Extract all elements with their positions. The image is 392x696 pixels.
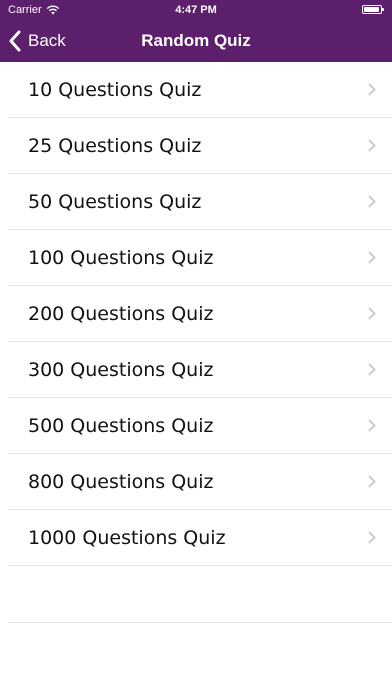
- list-item-label: 25 Questions Quiz: [28, 135, 202, 157]
- list-item-label: 500 Questions Quiz: [28, 415, 214, 437]
- list-item[interactable]: 50 Questions Quiz: [8, 174, 392, 230]
- list-item[interactable]: 800 Questions Quiz: [8, 454, 392, 510]
- chevron-right-icon: [368, 531, 376, 544]
- chevron-right-icon: [368, 475, 376, 488]
- battery-icon: [362, 5, 384, 14]
- list-item[interactable]: 100 Questions Quiz: [8, 230, 392, 286]
- list-item-label: 50 Questions Quiz: [28, 191, 202, 213]
- list-item-label: 100 Questions Quiz: [28, 247, 214, 269]
- list-item[interactable]: 200 Questions Quiz: [8, 286, 392, 342]
- page-title: Random Quiz: [141, 31, 251, 50]
- list-item[interactable]: 25 Questions Quiz: [8, 118, 392, 174]
- list-item-label: 800 Questions Quiz: [28, 471, 214, 493]
- chevron-right-icon: [368, 139, 376, 152]
- list-item-label: 10 Questions Quiz: [28, 79, 202, 101]
- chevron-right-icon: [368, 195, 376, 208]
- list-item[interactable]: 1000 Questions Quiz: [8, 510, 392, 566]
- status-bar: Carrier 4:47 PM: [0, 0, 392, 20]
- chevron-right-icon: [368, 83, 376, 96]
- chevron-right-icon: [368, 251, 376, 264]
- header: Carrier 4:47 PM Back Random Quiz: [0, 0, 392, 62]
- chevron-right-icon: [368, 419, 376, 432]
- navigation-bar: Back Random Quiz: [0, 20, 392, 62]
- list-item-label: 200 Questions Quiz: [28, 303, 214, 325]
- empty-list-row: [8, 566, 392, 623]
- chevron-right-icon: [368, 307, 376, 320]
- list-item-label: 1000 Questions Quiz: [28, 527, 226, 549]
- status-time: 4:47 PM: [175, 4, 217, 16]
- list-item-label: 300 Questions Quiz: [28, 359, 214, 381]
- list-item[interactable]: 10 Questions Quiz: [8, 62, 392, 118]
- quiz-list: 10 Questions Quiz 25 Questions Quiz 50 Q…: [0, 62, 392, 623]
- list-item[interactable]: 500 Questions Quiz: [8, 398, 392, 454]
- list-item[interactable]: 300 Questions Quiz: [8, 342, 392, 398]
- chevron-right-icon: [368, 363, 376, 376]
